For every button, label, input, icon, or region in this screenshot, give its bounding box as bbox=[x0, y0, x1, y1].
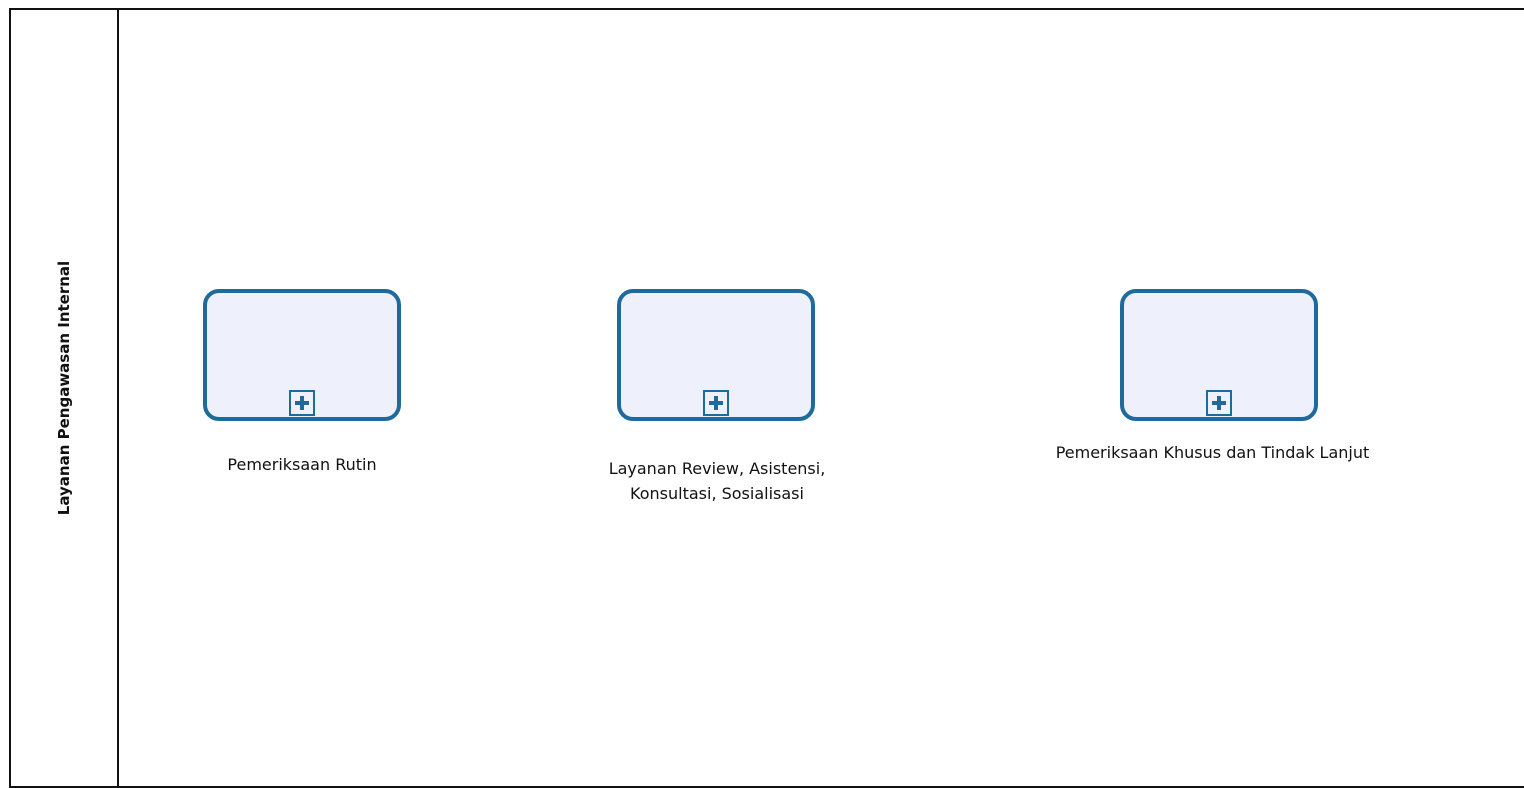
task-label: Layanan Review, Asistensi, Konsultasi, S… bbox=[608, 459, 826, 503]
subprocess-task[interactable] bbox=[1120, 289, 1318, 421]
plus-icon[interactable] bbox=[703, 390, 729, 416]
plus-icon[interactable] bbox=[1206, 390, 1232, 416]
subprocess-task[interactable] bbox=[203, 289, 401, 421]
subprocess-task[interactable] bbox=[617, 289, 815, 421]
plus-icon[interactable] bbox=[289, 390, 315, 416]
task-label: Pemeriksaan Rutin bbox=[227, 455, 377, 474]
lane-label: Layanan Pengawasan Internal bbox=[55, 260, 73, 516]
task-label: Pemeriksaan Khusus dan Tindak Lanjut bbox=[1055, 443, 1370, 462]
